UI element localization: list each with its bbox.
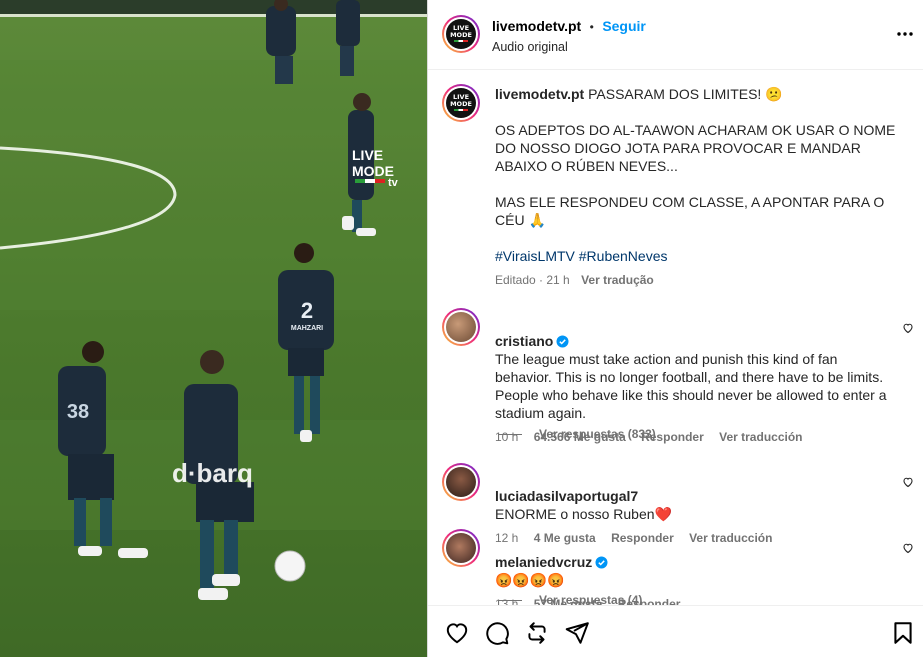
jersey-number-38: 38 xyxy=(67,401,89,423)
repost-icon[interactable] xyxy=(524,620,550,646)
author-avatar[interactable]: LIVE MODE xyxy=(442,15,480,53)
post-side-panel: LIVE MODE livemodetv.pt • Seguir Audio o… xyxy=(427,0,923,657)
comment-heart-icon[interactable] xyxy=(902,541,914,554)
caption-hashtags[interactable]: #ViraisLMTV #RubenNeves xyxy=(495,247,905,265)
svg-text:LIVE: LIVE xyxy=(352,147,383,163)
comments-scroll[interactable]: LIVE MODE livemodetv.pt PASSARAM DOS LIMI… xyxy=(428,70,923,605)
header-text: livemodetv.pt • Seguir Audio original xyxy=(492,17,646,56)
comment-heart-icon[interactable] xyxy=(902,321,914,334)
comment-text: The league must take action and punish t… xyxy=(495,351,887,421)
caption-edited: Editado · 21 h xyxy=(495,273,570,287)
verified-badge-icon xyxy=(556,334,569,348)
verified-badge-icon xyxy=(595,555,608,569)
svg-text:tv: tv xyxy=(388,177,399,189)
audio-label[interactable]: Audio original xyxy=(492,38,646,56)
comment-username[interactable]: melaniedvcruz xyxy=(495,554,592,570)
comment-username[interactable]: luciadasilvaportugal7 xyxy=(495,488,638,504)
instagram-post-view: 2 MAHZARI 38 LIVE MODE tv d·barq LIVE MO… xyxy=(0,0,923,657)
caption-translate-link[interactable]: Ver tradução xyxy=(581,273,654,287)
comment: cristiano The league must take action an… xyxy=(442,308,895,444)
comment-avatar[interactable] xyxy=(442,529,480,567)
author-username[interactable]: livemodetv.pt xyxy=(492,18,581,34)
post-video[interactable]: 2 MAHZARI 38 LIVE MODE tv d·barq xyxy=(0,0,427,657)
heart-icon[interactable] xyxy=(444,620,470,646)
comment-username[interactable]: cristiano xyxy=(495,333,553,349)
jersey-name: MAHZARI xyxy=(291,325,323,332)
caption-text: PASSARAM DOS LIMITES! 😕 OS ADEPTOS DO AL… xyxy=(495,86,896,228)
bookmark-icon[interactable] xyxy=(890,620,916,646)
caption-avatar[interactable]: LIVE MODE xyxy=(442,84,480,122)
caption-username[interactable]: livemodetv.pt xyxy=(495,86,584,102)
comment-icon[interactable] xyxy=(484,620,510,646)
action-bar xyxy=(428,605,923,657)
sponsor-watermark: d·barq xyxy=(172,458,253,488)
comment-text: 😡😡😡😡 xyxy=(495,572,565,588)
livemode-logo: LIVE MODE xyxy=(446,19,476,49)
separator-dot: • xyxy=(589,20,594,34)
comment-text: ENORME o nosso Ruben❤️ xyxy=(495,506,672,522)
share-icon[interactable] xyxy=(564,620,590,646)
comment-heart-icon[interactable] xyxy=(902,475,914,488)
jersey-number-2: 2 xyxy=(301,298,313,323)
comment-avatar[interactable] xyxy=(442,463,480,501)
view-replies-button[interactable]: Ver respuestas (833) xyxy=(498,427,656,441)
follow-button[interactable]: Seguir xyxy=(602,18,646,34)
more-horizontal-icon[interactable] xyxy=(896,27,914,41)
comment-avatar[interactable] xyxy=(442,308,480,346)
translate-link[interactable]: Ver traducción xyxy=(719,430,802,444)
caption: LIVE MODE livemodetv.pt PASSARAM DOS LIMI… xyxy=(442,84,905,287)
post-header: LIVE MODE livemodetv.pt • Seguir Audio o… xyxy=(428,0,923,70)
video-frame: 2 MAHZARI 38 LIVE MODE tv d·barq xyxy=(0,0,427,657)
view-replies-button[interactable]: Ver respuestas (4) xyxy=(498,593,642,605)
